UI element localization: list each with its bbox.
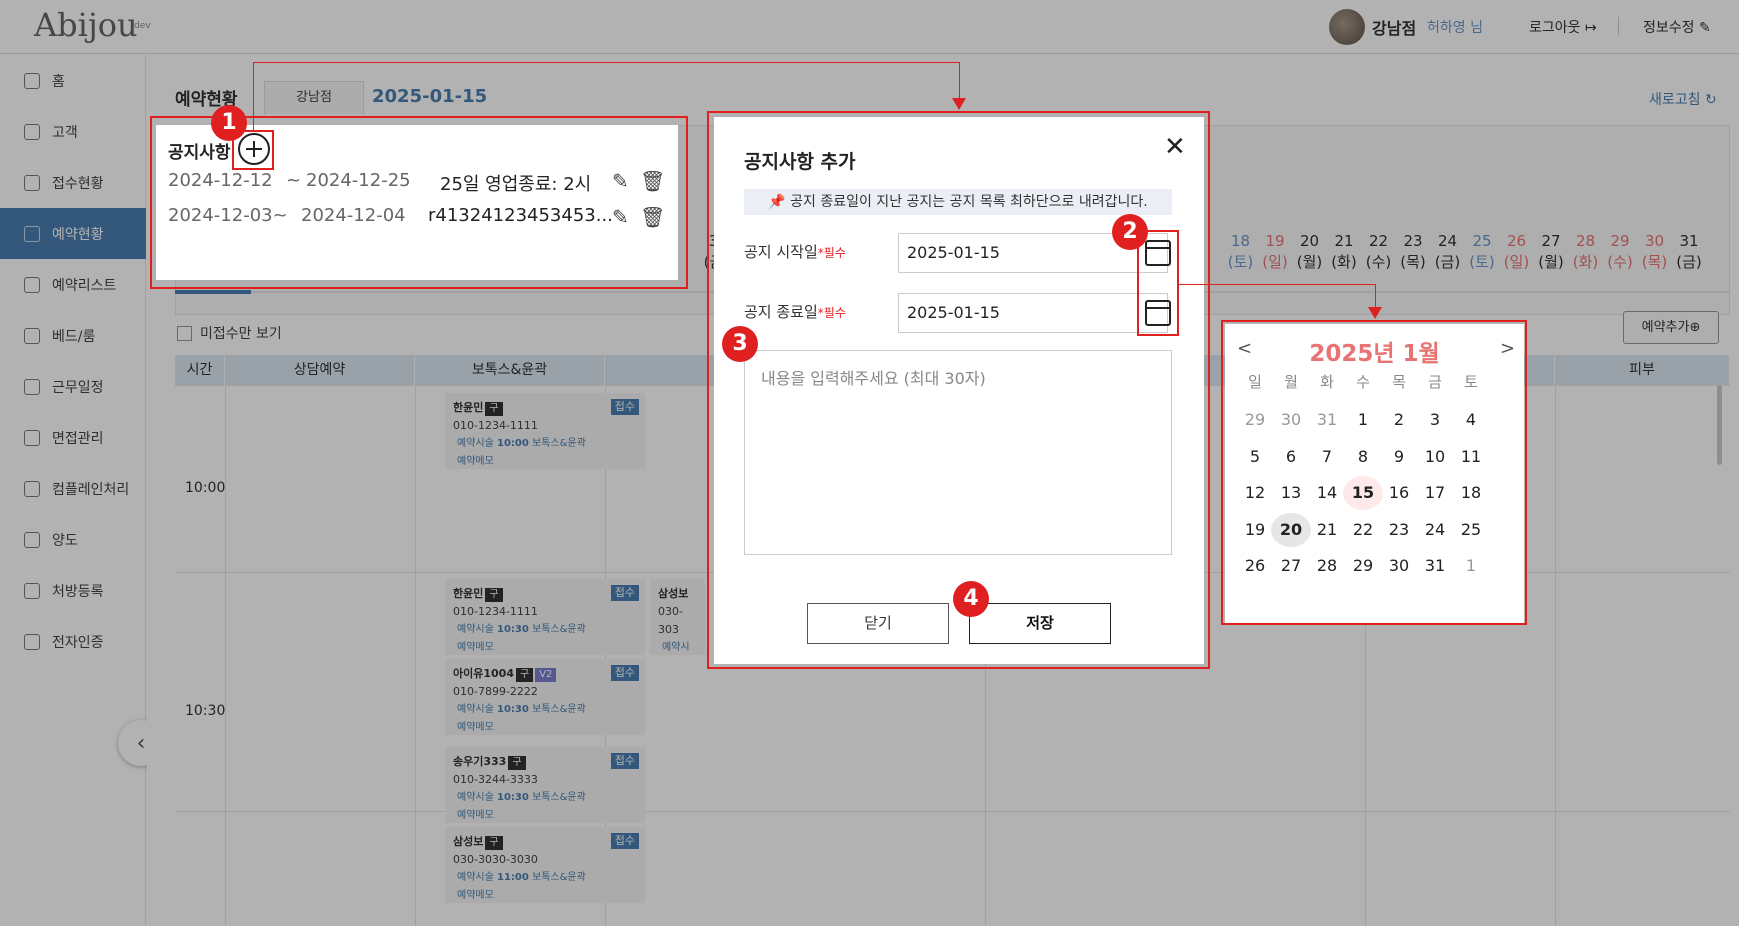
annotation-badge-1: 1 [211,105,247,141]
connector-line [253,62,960,63]
arrow-icon [952,98,966,110]
annotation-frame-notice [150,116,688,289]
arrow-icon [1368,307,1382,319]
annotation-badge-4: 4 [953,581,989,617]
connector-line [1179,284,1375,285]
connector-line [253,62,254,130]
connector-line [1375,284,1376,309]
annotation-badge-3: 3 [722,326,758,362]
annotation-badge-2: 2 [1112,214,1148,250]
annotation-frame-datepicker [1221,320,1527,625]
annotation-frame-calendar-icons [1137,230,1179,336]
connector-line [959,62,960,100]
